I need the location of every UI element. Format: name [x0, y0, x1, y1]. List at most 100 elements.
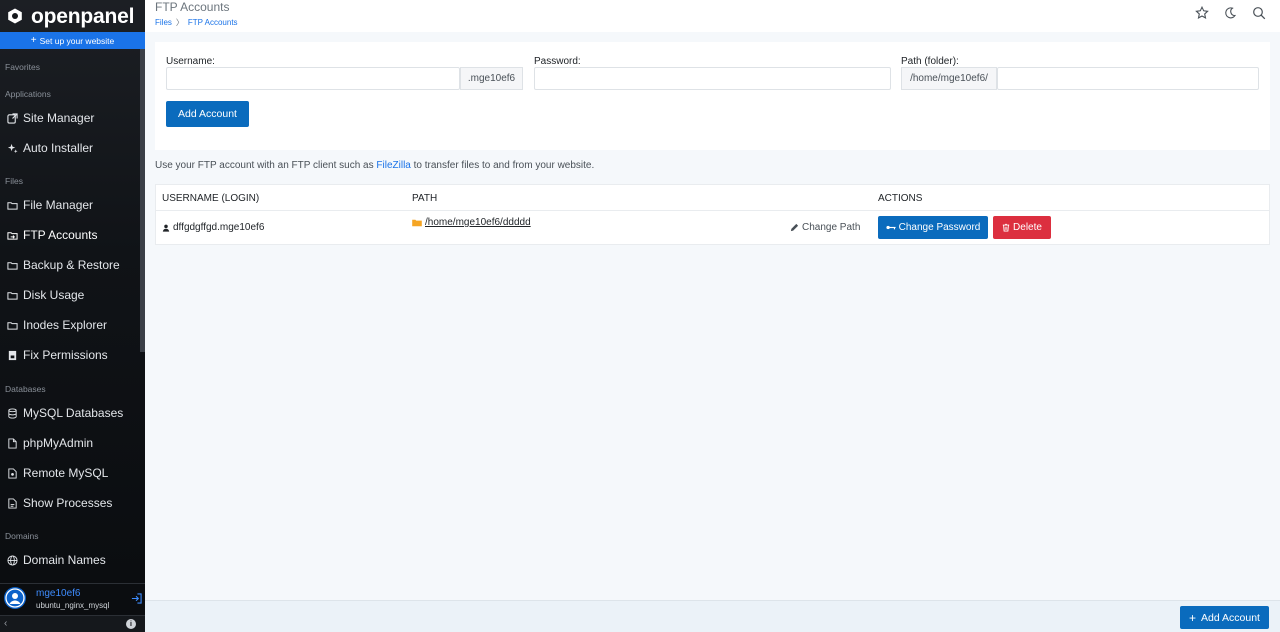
chevron-left-icon[interactable]: ‹: [4, 618, 7, 629]
change-password-button[interactable]: Change Password: [878, 216, 988, 239]
trash-icon: [1002, 223, 1010, 232]
globe-icon: [7, 554, 18, 566]
database-icon: [7, 407, 18, 419]
path-value[interactable]: /home/mge10ef6/ddddd: [425, 217, 531, 228]
user-box[interactable]: mge10ef6 ubuntu_nginx_mysql: [0, 583, 145, 615]
user-icon: [162, 224, 170, 232]
path-prefix: /home/mge10ef6/: [901, 67, 997, 90]
breadcrumb-files[interactable]: Files: [155, 18, 172, 27]
section-applications: Applications: [5, 89, 51, 99]
setup-website-button[interactable]: + Set up your website: [0, 32, 145, 49]
username-value: dffgdgffgd.mge10ef6: [173, 222, 265, 233]
header: FTP Accounts Files 〉 FTP Accounts: [145, 0, 1280, 32]
footer-add-account-label: Add Account: [1201, 611, 1260, 624]
sidebar-item-label: phpMyAdmin: [23, 436, 94, 450]
logout-icon[interactable]: [131, 593, 142, 604]
password-input[interactable]: [534, 67, 891, 90]
sidebar-item-label: Show Processes: [23, 496, 113, 510]
section-domains: Domains: [5, 531, 39, 541]
filezilla-link[interactable]: FileZilla: [376, 160, 410, 171]
sidebar-item-label: Site Manager: [23, 111, 95, 125]
sidebar-item-mysql-databases[interactable]: MySQL Databases: [0, 399, 140, 427]
sidebar-scrollbar[interactable]: [140, 49, 145, 352]
brand[interactable]: openpanel: [0, 0, 145, 32]
username-label: Username:: [166, 56, 215, 67]
ftp-folder-icon: [7, 230, 18, 241]
pencil-icon: [790, 223, 799, 232]
sidebar-item-label: Fix Permissions: [23, 348, 108, 362]
footer-bar: + Add Account: [145, 600, 1280, 632]
sidebar-item-phpmyadmin[interactable]: phpMyAdmin: [0, 429, 140, 457]
plus-icon: +: [1189, 610, 1197, 625]
avatar[interactable]: [4, 587, 26, 609]
sidebar-item-fix-permissions[interactable]: Fix Permissions: [0, 341, 140, 369]
sidebar-item-domain-names[interactable]: Domain Names: [0, 546, 140, 574]
delete-label: Delete: [1013, 222, 1042, 233]
sidebar-item-site-manager[interactable]: Site Manager: [0, 104, 140, 132]
star-icon[interactable]: [1195, 6, 1209, 20]
sidebar-item-remote-mysql[interactable]: Remote MySQL: [0, 459, 140, 487]
sidebar-item-label: Domain Names: [23, 553, 106, 567]
page-title: FTP Accounts: [155, 0, 230, 14]
sparkle-icon: [7, 143, 18, 154]
phpmyadmin-icon: [7, 437, 18, 449]
change-password-label: Change Password: [898, 222, 981, 233]
section-favorites: Favorites: [5, 62, 40, 72]
breadcrumb: Files 〉 FTP Accounts: [155, 17, 238, 28]
sidebar-item-label: Inodes Explorer: [23, 318, 108, 332]
change-path-label: Change Path: [802, 222, 861, 233]
sidebar-item-label: Disk Usage: [23, 288, 85, 302]
user-avatar-icon: [5, 588, 25, 608]
column-header-actions: ACTIONS: [878, 193, 923, 204]
breadcrumb-ftp-accounts[interactable]: FTP Accounts: [188, 18, 238, 27]
column-header-username: USERNAME (LOGIN): [162, 193, 260, 204]
username-suffix: .mge10ef6: [460, 67, 523, 90]
section-databases: Databases: [5, 384, 46, 394]
header-divider: [156, 210, 1269, 211]
user-name[interactable]: mge10ef6: [36, 588, 80, 599]
moon-icon[interactable]: [1223, 6, 1237, 20]
helper-text-before: Use your FTP account with an FTP client …: [155, 160, 377, 171]
sidebar-item-label: Remote MySQL: [23, 466, 109, 480]
table-row-username: dffgdgffgd.mge10ef6: [162, 222, 264, 233]
processes-icon: [7, 497, 18, 509]
sidebar-item-backup-restore[interactable]: Backup & Restore: [0, 251, 140, 279]
folder-icon: [7, 320, 18, 331]
sidebar-item-label: Backup & Restore: [23, 258, 120, 272]
folder-icon: [7, 200, 18, 211]
sidebar-item-show-processes[interactable]: Show Processes: [0, 489, 140, 517]
user-server: ubuntu_nginx_mysql: [36, 601, 110, 610]
footer-add-account-button[interactable]: + Add Account: [1180, 606, 1269, 629]
sidebar-item-label: FTP Accounts: [23, 228, 98, 242]
path-label: Path (folder):: [901, 56, 959, 67]
openpanel-logo-icon: [7, 8, 23, 24]
key-icon: [886, 225, 896, 230]
folder-icon: [7, 290, 18, 301]
setup-website-label: Set up your website: [39, 35, 115, 46]
password-label: Password:: [534, 56, 581, 67]
sidebar-item-label: File Manager: [23, 198, 94, 212]
path-input[interactable]: [997, 67, 1259, 90]
ftp-accounts-table: USERNAME (LOGIN) PATH ACTIONS dffgdgffgd…: [155, 184, 1270, 245]
sidebar-item-ftp-accounts[interactable]: FTP Accounts: [0, 221, 140, 249]
add-account-button[interactable]: Add Account: [166, 101, 249, 127]
folder-open-icon: [412, 219, 422, 226]
external-link-icon: [7, 112, 18, 124]
folder-icon: [7, 260, 18, 271]
sidebar-item-file-manager[interactable]: File Manager: [0, 191, 140, 219]
table-row-path[interactable]: /home/mge10ef6/ddddd: [412, 217, 531, 228]
change-path-button[interactable]: Change Path: [790, 222, 860, 233]
info-icon[interactable]: i: [126, 619, 136, 629]
sidebar-item-auto-installer[interactable]: Auto Installer: [0, 134, 140, 162]
username-input[interactable]: [166, 67, 460, 90]
sidebar-bottom-bar: ‹ i: [0, 615, 145, 632]
section-files: Files: [5, 176, 23, 186]
ftp-helper-text: Use your FTP account with an FTP client …: [155, 160, 594, 171]
plus-icon: +: [30, 35, 37, 46]
sidebar-item-disk-usage[interactable]: Disk Usage: [0, 281, 140, 309]
search-icon[interactable]: [1252, 6, 1266, 20]
sidebar-item-inodes-explorer[interactable]: Inodes Explorer: [0, 311, 140, 339]
delete-button[interactable]: Delete: [993, 216, 1051, 239]
add-account-form: Username: .mge10ef6 Password: Path (fold…: [155, 42, 1270, 150]
column-header-path: PATH: [412, 193, 438, 204]
